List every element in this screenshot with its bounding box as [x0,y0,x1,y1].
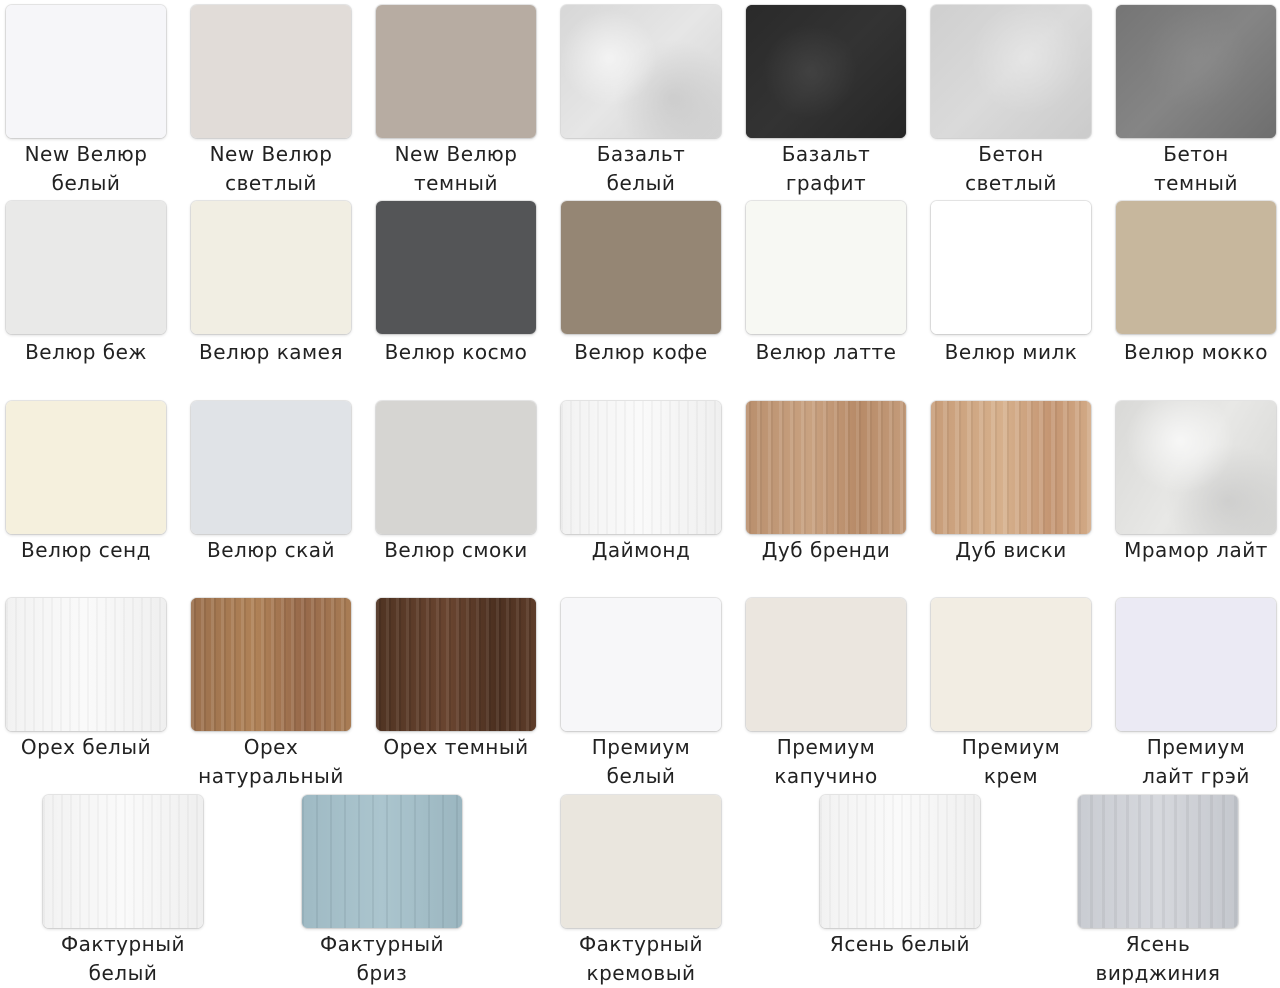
swatch-fill [561,795,721,928]
swatch-fill [43,795,203,928]
swatch-label: Велюр скай [206,538,336,562]
swatch-label: Фактурный кремовый [578,932,704,985]
swatch-label: Бетон темный [1154,142,1238,195]
swatch-fill [931,5,1091,138]
swatch-fill [1078,795,1238,928]
swatch[interactable] [1116,598,1276,731]
swatch-fill [1116,401,1276,534]
swatch-label: Велюр латте [755,340,897,364]
swatch-label: Орех белый [20,735,152,759]
swatch-fill [376,201,536,334]
swatch-label: Премиум белый [591,735,691,788]
swatch-label: Премиум капучино [774,735,878,788]
swatch[interactable] [376,598,536,731]
swatch-fill [820,795,980,928]
swatch[interactable] [1116,401,1276,534]
swatch[interactable] [561,401,721,534]
swatch[interactable] [746,598,906,731]
swatch-fill [1116,201,1276,334]
swatch-fill [1116,5,1276,138]
swatch-label: Велюр беж [25,340,147,364]
swatch[interactable] [561,598,721,731]
swatch[interactable] [931,598,1091,731]
swatch-fill [1116,598,1276,731]
swatch-label: Дуб виски [955,538,1067,562]
swatch[interactable] [191,5,351,138]
swatch[interactable] [6,401,166,534]
swatch-fill [6,201,166,334]
swatch[interactable] [376,401,536,534]
swatch-label: Велюр мокко [1124,340,1268,364]
swatch-fill [931,598,1091,731]
swatch-label: Премиум крем [961,735,1061,788]
swatch[interactable] [561,795,721,928]
swatch-label: Велюр смоки [384,538,528,562]
swatch-fill [376,401,536,534]
swatch[interactable] [6,5,166,138]
swatch[interactable] [746,201,906,334]
swatch[interactable] [191,598,351,731]
swatch[interactable] [191,201,351,334]
swatch[interactable] [1116,201,1276,334]
swatch-fill [191,598,351,731]
swatch-fill [376,598,536,731]
swatch-fill [6,401,166,534]
swatch-label: Велюр сенд [21,538,151,562]
swatch-label: Даймонд [591,538,691,562]
swatch-fill [376,5,536,138]
swatch-fill [746,598,906,731]
swatch[interactable] [6,598,166,731]
swatch[interactable] [931,201,1091,334]
swatch-label: Дуб бренди [761,538,891,562]
swatch-fill [746,5,906,138]
swatch-label: Велюр милк [944,340,1078,364]
swatch-label: Велюр космо [384,340,528,364]
swatch-fill [191,401,351,534]
swatch-label: Орех натуральный [198,735,344,788]
swatch-fill [6,598,166,731]
swatch-fill [561,201,721,334]
swatch[interactable] [746,5,906,138]
swatch-fill [746,401,906,534]
swatch-label: Ясень белый [829,932,971,956]
swatch-label: Базальт графит [781,142,871,195]
swatch[interactable] [1078,795,1238,928]
swatch-label: Фактурный белый [60,932,186,985]
swatch-label: Мрамор лайт [1124,538,1268,562]
swatch-label: Премиум лайт грэй [1142,735,1250,788]
swatch-label: New Велюр белый [24,142,148,195]
swatch[interactable] [561,201,721,334]
swatch[interactable] [1116,5,1276,138]
swatch[interactable] [191,401,351,534]
swatch[interactable] [6,201,166,334]
swatch[interactable] [376,201,536,334]
swatch-fill [302,795,462,928]
swatch-fill [931,401,1091,534]
swatch-label: Базальт белый [596,142,686,195]
swatch-fill [191,201,351,334]
swatch-label: New Велюр темный [394,142,518,195]
swatch[interactable] [561,5,721,138]
swatch-fill [561,5,721,138]
swatch[interactable] [931,401,1091,534]
swatch-fill [931,201,1091,334]
swatch-label: Фактурный бриз [319,932,445,985]
swatch-fill [561,401,721,534]
swatch-label: New Велюр светлый [209,142,333,195]
swatch[interactable] [746,401,906,534]
swatch-fill [191,5,351,138]
swatch-label: Бетон светлый [965,142,1057,195]
swatch-fill [6,5,166,138]
swatch[interactable] [931,5,1091,138]
swatch-fill [746,201,906,334]
swatch-label: Орех темный [383,735,529,759]
swatch-label: Велюр камея [199,340,343,364]
swatch-label: Ясень вирджиния [1095,932,1221,985]
swatch[interactable] [43,795,203,928]
swatch-label: Велюр кофе [574,340,708,364]
swatch[interactable] [820,795,980,928]
swatch[interactable] [376,5,536,138]
swatch[interactable] [302,795,462,928]
swatch-fill [561,598,721,731]
